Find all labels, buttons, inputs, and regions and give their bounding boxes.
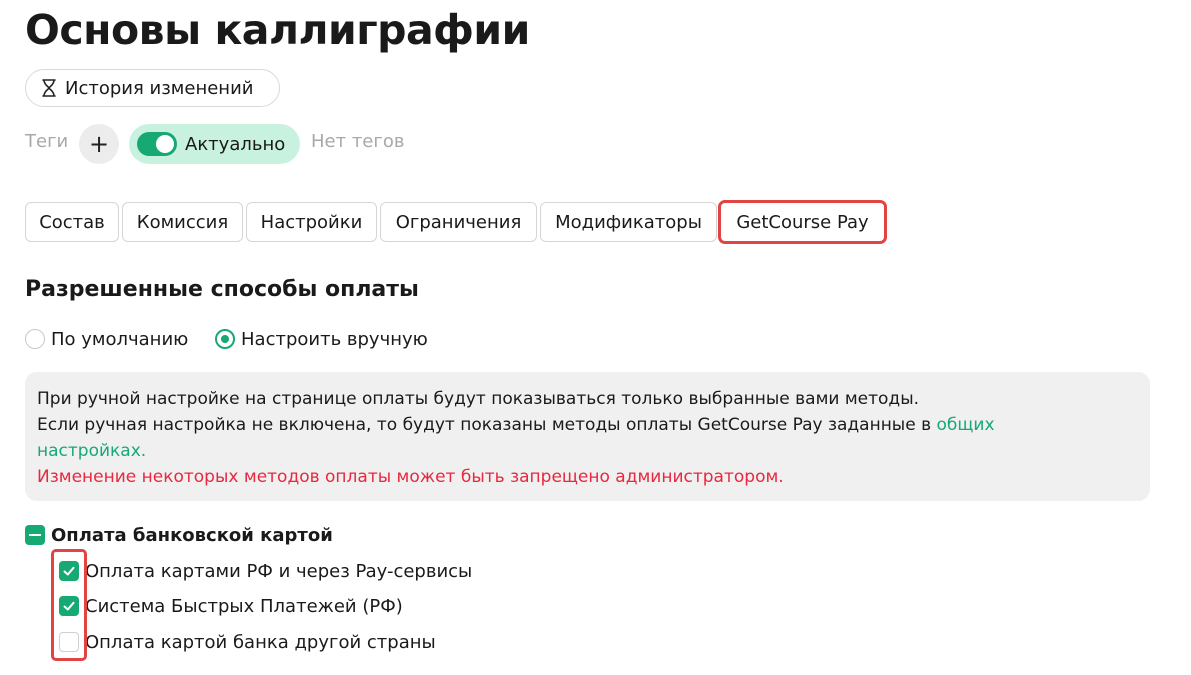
tab-commission[interactable]: Комиссия: [122, 202, 243, 242]
status-toggle-pill[interactable]: Актуально: [129, 124, 300, 164]
tab-label: Состав: [39, 211, 105, 233]
status-label: Актуально: [185, 133, 286, 155]
history-button[interactable]: История изменений: [25, 69, 280, 107]
radio-label: По умолчанию: [51, 328, 189, 350]
tab-modifiers[interactable]: Модификаторы: [540, 202, 717, 242]
tab-label: Модификаторы: [555, 211, 702, 233]
radio-manual[interactable]: Настроить вручную: [215, 328, 428, 350]
tab-restrictions[interactable]: Ограничения: [380, 202, 537, 242]
no-tags-text: Нет тегов: [311, 131, 405, 152]
info-text-line: настройках.: [37, 438, 1138, 464]
radio-button-selected[interactable]: [215, 329, 235, 349]
tab-label: Настройки: [260, 211, 363, 233]
payment-group-card[interactable]: Оплата банковской картой: [25, 524, 333, 546]
hourglass-icon: [42, 79, 56, 97]
section-title: Разрешенные способы оплаты: [25, 277, 419, 302]
tab-settings[interactable]: Настройки: [246, 202, 377, 242]
status-toggle[interactable]: [137, 132, 177, 156]
tab-getcourse-pay[interactable]: GetCourse Pay: [718, 200, 887, 244]
info-text-line: Если ручная настройка не включена, то бу…: [37, 412, 1138, 438]
tab-label: Комиссия: [136, 211, 229, 233]
payment-method-label: Оплата картой банка другой страны: [85, 631, 436, 653]
tab-label: Ограничения: [395, 211, 522, 233]
checkbox-highlight-frame: [51, 549, 87, 661]
indeterminate-checkbox[interactable]: [25, 525, 45, 545]
info-box: При ручной настройке на странице оплаты …: [25, 372, 1150, 501]
radio-default[interactable]: По умолчанию: [25, 328, 188, 350]
page-title: Основы каллиграфии: [25, 6, 530, 54]
tab-label: GetCourse Pay: [736, 211, 869, 233]
history-button-label: История изменений: [65, 77, 254, 99]
info-text-line: При ручной настройке на странице оплаты …: [37, 389, 920, 409]
radio-button[interactable]: [25, 329, 45, 349]
general-settings-link[interactable]: общих: [937, 415, 995, 435]
payment-method-label: Оплата картами РФ и через Pay-сервисы: [85, 560, 473, 582]
payment-method-item[interactable]: Система Быстрых Платежей (РФ): [59, 595, 403, 617]
radio-label: Настроить вручную: [241, 328, 428, 350]
tags-label: Теги: [25, 131, 69, 152]
general-settings-link[interactable]: настройках.: [37, 441, 146, 461]
tab-composition[interactable]: Состав: [25, 202, 119, 242]
payment-method-label: Система Быстрых Платежей (РФ): [85, 595, 403, 617]
payment-method-item[interactable]: Оплата картами РФ и через Pay-сервисы: [59, 560, 472, 582]
warning-text: Изменение некоторых методов оплаты может…: [37, 467, 784, 487]
toggle-knob: [156, 135, 174, 153]
payment-method-item[interactable]: Оплата картой банка другой страны: [59, 631, 436, 653]
plus-icon: +: [88, 130, 110, 158]
info-text: Если ручная настройка не включена, то бу…: [37, 415, 937, 435]
add-tag-button[interactable]: +: [79, 124, 119, 164]
group-label: Оплата банковской картой: [51, 524, 333, 546]
